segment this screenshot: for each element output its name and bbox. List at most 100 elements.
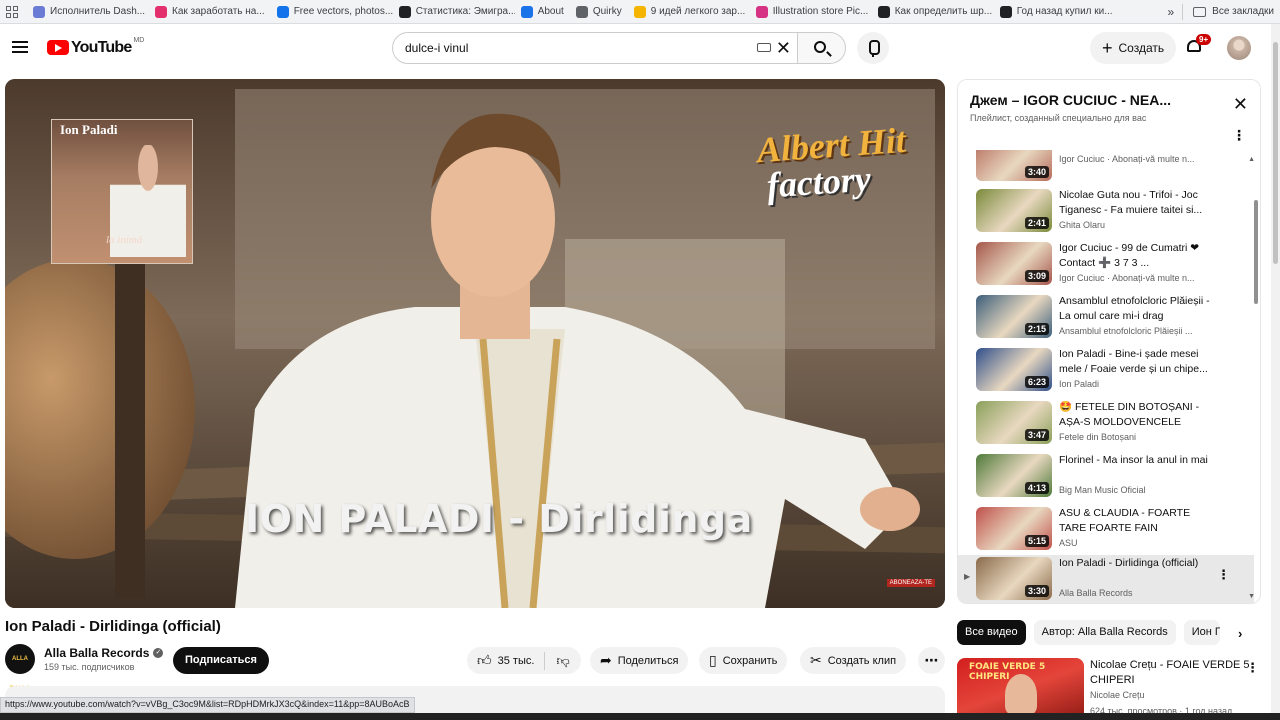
apps-grid-icon[interactable] bbox=[3, 3, 21, 21]
subscribe-watermark[interactable]: ABONEAZA-TE bbox=[886, 579, 935, 587]
playlist-title[interactable]: Джем – IGOR CUCIUC - NEA... bbox=[970, 92, 1171, 108]
save-button[interactable]: ▯ Сохранить bbox=[699, 647, 788, 674]
playlist-item[interactable]: 2:15 Ansamblul etnofolcloric Plăieșii - L… bbox=[958, 293, 1254, 346]
playlist-scrollbar[interactable] bbox=[1254, 200, 1258, 304]
page-scrollbar[interactable] bbox=[1271, 24, 1280, 720]
playlist-items: 3:40 🙏🙌 Igor Cuciuc · Abonați-vă multe n..… bbox=[958, 150, 1260, 603]
duration-badge: 3:30 bbox=[1024, 585, 1049, 597]
recommended-title: Nicolae Crețu - FOAIE VERDE 5 CHIPERI bbox=[1090, 659, 1250, 686]
bookmark-favicon-icon bbox=[33, 5, 45, 18]
search-input[interactable]: dulce-i vinul ✕ bbox=[392, 32, 798, 64]
bookmark-icon: ▯ bbox=[709, 652, 717, 668]
playlist-item[interactable]: 3:40 🙏🙌 Igor Cuciuc · Abonați-vă multe n..… bbox=[958, 150, 1254, 189]
channel-name-link[interactable]: Alla Balla Records ✓ bbox=[44, 646, 164, 660]
playlist-thumbnail: 3:47 bbox=[976, 401, 1052, 444]
playlist-menu-icon[interactable]: ⋮ bbox=[1232, 128, 1246, 142]
playlist-item-title: Igor Cuciuc - 99 de Cumatri ❤ Contact ➕ … bbox=[1059, 242, 1200, 269]
all-bookmarks-folder[interactable]: Все закладки bbox=[1182, 3, 1280, 20]
chevron-right-icon[interactable]: › bbox=[1238, 626, 1242, 641]
playlist-item[interactable]: 3:09 Igor Cuciuc - 99 de Cumatri ❤ Contac… bbox=[958, 240, 1254, 293]
playlist-item-title: ASU & CLAUDIA - FOARTE TARE FOARTE FAIN bbox=[1059, 507, 1191, 534]
bookmark-label: Как определить шр... bbox=[894, 6, 993, 17]
playlist-item[interactable]: 4:13 Florinel - Ma insor la anul in mai Bi… bbox=[958, 452, 1254, 505]
thumbnail-face bbox=[1005, 674, 1037, 716]
playlist-item-channel: Fetele din Botoșani bbox=[1059, 432, 1137, 442]
duration-badge: 3:09 bbox=[1024, 270, 1049, 282]
like-count: 35 тыс. bbox=[497, 654, 535, 667]
channel-avatar[interactable]: ALLA BALLA bbox=[5, 644, 35, 692]
bookmark-label: Исполнитель Dash... bbox=[50, 6, 146, 17]
playlist-item[interactable]: 5:15 ASU & CLAUDIA - FOARTE TARE FOARTE F… bbox=[958, 505, 1254, 558]
album-title: Ion Paladi bbox=[60, 122, 118, 137]
search-button[interactable] bbox=[798, 32, 846, 64]
share-button[interactable]: ➦ Поделиться bbox=[590, 647, 689, 674]
bookmark-item[interactable]: Как определить шр... bbox=[872, 2, 994, 22]
scroll-down-icon[interactable]: ▼ bbox=[1248, 593, 1255, 600]
playlist-thumbnail: 2:15 bbox=[976, 295, 1052, 338]
now-playing-icon: ▶ bbox=[964, 572, 971, 581]
scroll-up-icon[interactable]: ▲ bbox=[1248, 156, 1255, 163]
chip-ion-paladi[interactable]: Ион Па bbox=[1183, 620, 1220, 645]
like-button[interactable]: 👍︎ 35 тыс. bbox=[467, 651, 546, 670]
playlist-item[interactable]: 3:47 🤩 FETELE DIN BOTOȘANI - AȘA-S MOLDOV… bbox=[958, 399, 1254, 452]
playlist-item-channel: Ghita Olaru bbox=[1059, 220, 1106, 230]
menu-icon[interactable] bbox=[12, 41, 28, 53]
bookmark-favicon-icon bbox=[877, 5, 890, 18]
youtube-logo[interactable]: YouTube MD bbox=[47, 37, 144, 56]
notifications-button[interactable]: 9+ bbox=[1186, 34, 1212, 55]
bookmarks-bar: Исполнитель Dash... Как заработать на... F… bbox=[0, 0, 1280, 24]
bookmark-item[interactable]: Free vectors, photos... bbox=[271, 2, 393, 22]
bookmark-favicon-icon bbox=[575, 5, 588, 18]
playlist-item[interactable]: 3:30 Ion Paladi - Dirlidinga (official) Al… bbox=[958, 555, 1254, 603]
recommended-video[interactable]: FOAIE VERDE 5 CHIPERI Nicolae Crețu - FO… bbox=[957, 656, 1261, 720]
duration-badge: 5:15 bbox=[1024, 535, 1049, 547]
scrollbar-thumb[interactable] bbox=[1273, 42, 1278, 264]
bookmark-label: About bbox=[537, 6, 564, 17]
playlist-item-title: Ion Paladi - Bine-i șade mesei mele / Fo… bbox=[1059, 348, 1208, 375]
keyboard-icon[interactable] bbox=[757, 43, 771, 52]
playlist-item[interactable]: 6:23 Ion Paladi - Bine-i șade mesei mele … bbox=[958, 346, 1254, 399]
taskbar-strip bbox=[0, 713, 1280, 720]
duration-badge: 4:13 bbox=[1024, 482, 1049, 494]
album-subtitle: la inimă bbox=[106, 234, 143, 246]
bookmark-item[interactable]: Статистика: Эмигра... bbox=[393, 2, 515, 22]
close-icon[interactable]: ✕ bbox=[1233, 94, 1248, 115]
chip-by-author[interactable]: Автор: Alla Balla Records bbox=[1033, 620, 1176, 645]
folder-icon bbox=[1193, 6, 1207, 17]
playlist-item-title: 🤩 FETELE DIN BOTOȘANI - AȘA-S MOLDOVENCE… bbox=[1059, 401, 1200, 428]
playlist-header: Джем – IGOR CUCIUC - NEA... Плейлист, со… bbox=[958, 80, 1260, 150]
video-player[interactable]: Ion Paladi la inimă Albert Hit factory I… bbox=[5, 79, 945, 608]
account-avatar[interactable] bbox=[1227, 36, 1251, 60]
more-actions-button[interactable]: ⋯ bbox=[918, 647, 945, 674]
dislike-button[interactable]: 👎︎ bbox=[545, 653, 580, 669]
bookmark-item[interactable]: Illustration store Pic... bbox=[750, 2, 872, 22]
bookmark-label: Год назад купил ки... bbox=[1016, 6, 1113, 17]
like-dislike-group: 👍︎ 35 тыс. 👎︎ bbox=[467, 647, 581, 674]
bookmark-item[interactable]: Исполнитель Dash... bbox=[27, 2, 149, 22]
share-icon: ➦ bbox=[600, 652, 612, 668]
thumbs-up-icon: 👍︎ bbox=[477, 652, 492, 668]
clear-search-icon[interactable]: ✕ bbox=[776, 37, 791, 59]
clip-button[interactable]: ✂ Создать клип bbox=[800, 647, 907, 674]
bookmark-item[interactable]: Год назад купил ки... bbox=[994, 2, 1116, 22]
more-vert-icon[interactable]: ⋮ bbox=[1246, 660, 1259, 676]
voice-search-button[interactable] bbox=[857, 32, 889, 64]
playlist-item-channel: Ion Paladi bbox=[1059, 379, 1100, 389]
subscribe-button[interactable]: Подписаться bbox=[173, 647, 269, 674]
youtube-header: YouTube MD dulce-i vinul ✕ + Создать 9+ bbox=[0, 24, 1270, 72]
youtube-play-icon bbox=[47, 40, 69, 55]
playlist-item[interactable]: 2:41 Nicolae Guta nou - Trifoi - Joc Tiga… bbox=[958, 187, 1254, 240]
chip-all-videos[interactable]: Все видео bbox=[957, 620, 1026, 645]
create-button[interactable]: + Создать bbox=[1090, 32, 1177, 64]
recommended-thumbnail: FOAIE VERDE 5 CHIPERI bbox=[957, 658, 1084, 720]
bookmark-label: 9 идей легкого зар... bbox=[650, 6, 746, 17]
bookmarks-overflow-button[interactable]: » bbox=[1159, 5, 1182, 19]
bookmark-item[interactable]: Quirky bbox=[570, 2, 628, 22]
bookmark-item[interactable]: About bbox=[515, 2, 570, 22]
bookmark-item[interactable]: Как заработать на... bbox=[149, 2, 271, 22]
more-vert-icon[interactable]: ⋮ bbox=[1217, 567, 1230, 583]
duration-badge: 3:40 bbox=[1024, 166, 1049, 178]
playlist-thumbnail: 3:30 bbox=[976, 557, 1052, 600]
subscriber-count: 159 тыс. подписчиков bbox=[44, 662, 135, 672]
bookmark-item[interactable]: 9 идей легкого зар... bbox=[628, 2, 750, 22]
